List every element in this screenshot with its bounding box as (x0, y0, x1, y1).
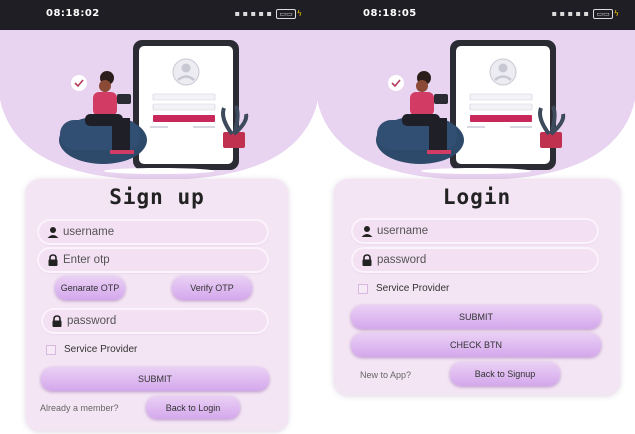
checkbox-box[interactable] (358, 283, 368, 294)
page-title: Sign up (109, 185, 205, 209)
hero-illustration (317, 30, 635, 180)
lock-icon (47, 254, 59, 266)
password-placeholder: password (377, 254, 427, 266)
charging-icon: ϟ (296, 9, 302, 18)
illustration-image (0, 30, 318, 180)
back-to-login-button[interactable]: Back to Login (146, 396, 240, 419)
back-to-signup-button[interactable]: Back to Signup (450, 362, 560, 386)
password-placeholder: password (67, 315, 117, 327)
hero-illustration (0, 30, 318, 180)
otp-input[interactable]: Enter otp (39, 249, 267, 271)
status-icons: ▪ ▪ ▪ ▪ ▪ ▭▭ ϟ (552, 9, 619, 19)
verify-otp-button[interactable]: Verify OTP (172, 276, 252, 300)
username-placeholder: username (63, 226, 115, 238)
generate-otp-button[interactable]: Genarate OTP (55, 276, 125, 300)
check-button[interactable]: CHECK BTN (351, 333, 601, 357)
signal-icon: ▪ ▪ ▪ ▪ ▪ (234, 9, 272, 18)
new-to-app-text: New to App? (360, 370, 412, 380)
service-provider-checkbox[interactable]: Service Provider (358, 283, 449, 294)
username-input[interactable]: username (39, 221, 267, 243)
battery-icon: ▭▭ (593, 9, 613, 19)
user-icon (47, 226, 59, 238)
user-icon (361, 225, 373, 237)
battery-icon: ▭▭ (276, 9, 296, 19)
login-card: Login username password Service Provider… (334, 179, 620, 395)
status-time: 08:18:05 (363, 8, 417, 19)
page-title: Login (442, 185, 512, 209)
charging-icon: ϟ (613, 9, 619, 18)
submit-button[interactable]: SUBMIT (351, 305, 601, 329)
signup-screen: 08:18:02 ▪ ▪ ▪ ▪ ▪ ▭▭ ϟ Sign up username… (0, 0, 318, 434)
otp-placeholder: Enter otp (63, 254, 110, 266)
service-provider-label: Service Provider (376, 283, 450, 294)
password-input[interactable]: password (43, 310, 267, 332)
login-screen: 08:18:05 ▪ ▪ ▪ ▪ ▪ ▭▭ ϟ Login username p… (317, 0, 635, 434)
signal-icon: ▪ ▪ ▪ ▪ ▪ (551, 9, 589, 18)
lock-icon (51, 315, 63, 327)
status-bar: 08:18:05 ▪ ▪ ▪ ▪ ▪ ▭▭ ϟ (317, 0, 635, 30)
username-input[interactable]: username (353, 220, 597, 242)
service-provider-checkbox[interactable]: Service Provider (46, 344, 137, 355)
signup-card: Sign up username Enter otp Genarate OTP … (26, 179, 288, 431)
illustration-image (317, 30, 635, 180)
status-time: 08:18:02 (46, 8, 100, 19)
checkbox-box[interactable] (46, 344, 56, 355)
password-input[interactable]: password (353, 249, 597, 271)
service-provider-label: Service Provider (64, 344, 138, 355)
status-bar: 08:18:02 ▪ ▪ ▪ ▪ ▪ ▭▭ ϟ (0, 0, 318, 30)
username-placeholder: username (377, 225, 429, 237)
status-icons: ▪ ▪ ▪ ▪ ▪ ▭▭ ϟ (235, 9, 302, 19)
lock-icon (361, 254, 373, 266)
already-member-text: Already a member? (40, 403, 119, 413)
submit-button[interactable]: SUBMIT (41, 367, 269, 391)
